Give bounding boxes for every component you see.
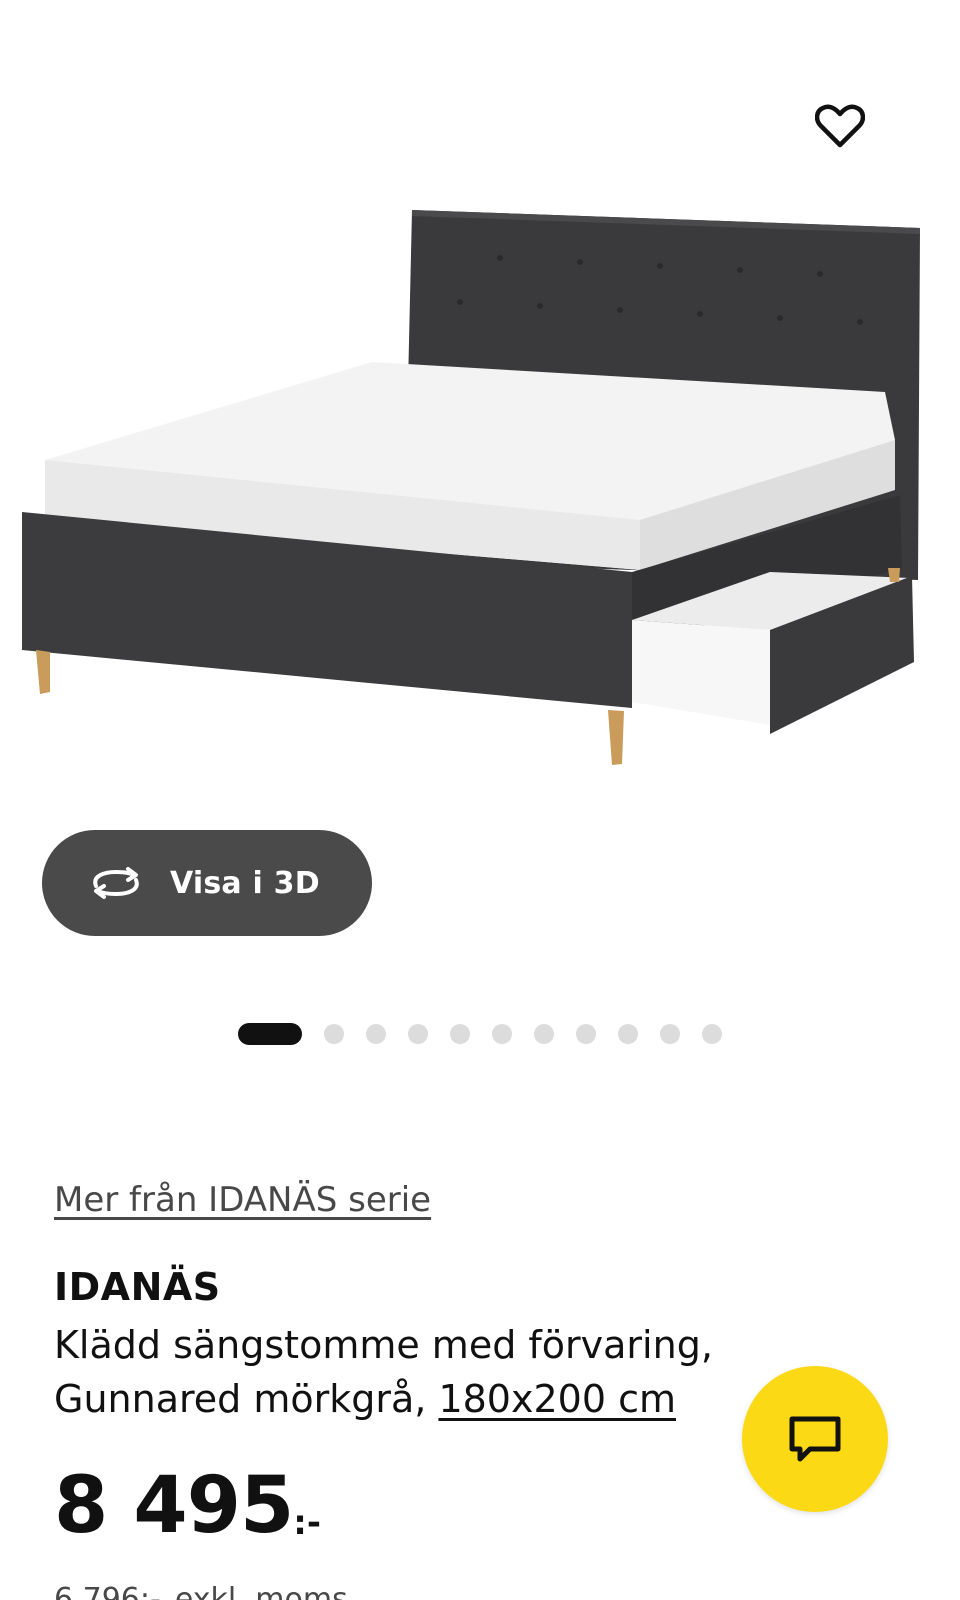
price-amount: 8 495 (54, 1461, 294, 1551)
carousel-dot[interactable] (618, 1024, 638, 1044)
carousel-dot[interactable] (660, 1024, 680, 1044)
favorite-button[interactable] (812, 98, 868, 154)
view-in-3d-label: Visa i 3D (170, 865, 320, 901)
carousel-dot[interactable] (576, 1024, 596, 1044)
price-excl-vat-label: exkl. moms (174, 1582, 348, 1600)
product-name: IDANÄS (54, 1265, 221, 1309)
heart-outline-icon (815, 104, 865, 148)
price: 8 495 :- (54, 1466, 321, 1546)
carousel-dot[interactable] (534, 1024, 554, 1044)
carousel-indicator (0, 1022, 960, 1046)
carousel-dot[interactable] (324, 1024, 344, 1044)
price-suffix: :- (293, 1503, 321, 1543)
product-image-area: Visa i 3D (0, 0, 960, 960)
carousel-dot-active[interactable] (238, 1023, 302, 1045)
carousel-dot[interactable] (408, 1024, 428, 1044)
price-excl-vat-amount: 6 796:- (54, 1582, 161, 1600)
price-excl-vat: 6 796:- exkl. moms (54, 1582, 362, 1600)
carousel-dot[interactable] (702, 1024, 722, 1044)
carousel-dot[interactable] (492, 1024, 512, 1044)
chat-bubble-icon (789, 1416, 841, 1462)
chat-button[interactable] (742, 1366, 888, 1512)
product-description: Klädd sängstomme med förvaring, Gunnared… (54, 1318, 774, 1426)
product-page: Visa i 3D Mer från IDANÄS serie IDANÄS K… (0, 0, 960, 1600)
series-link[interactable]: Mer från IDANÄS serie (54, 1180, 431, 1220)
rotate-3d-icon (86, 863, 146, 903)
bed-product-image (22, 210, 920, 765)
carousel-dot[interactable] (450, 1024, 470, 1044)
size-link[interactable]: 180x200 cm (438, 1377, 676, 1421)
carousel-dot[interactable] (366, 1024, 386, 1044)
view-in-3d-button[interactable]: Visa i 3D (42, 830, 372, 936)
